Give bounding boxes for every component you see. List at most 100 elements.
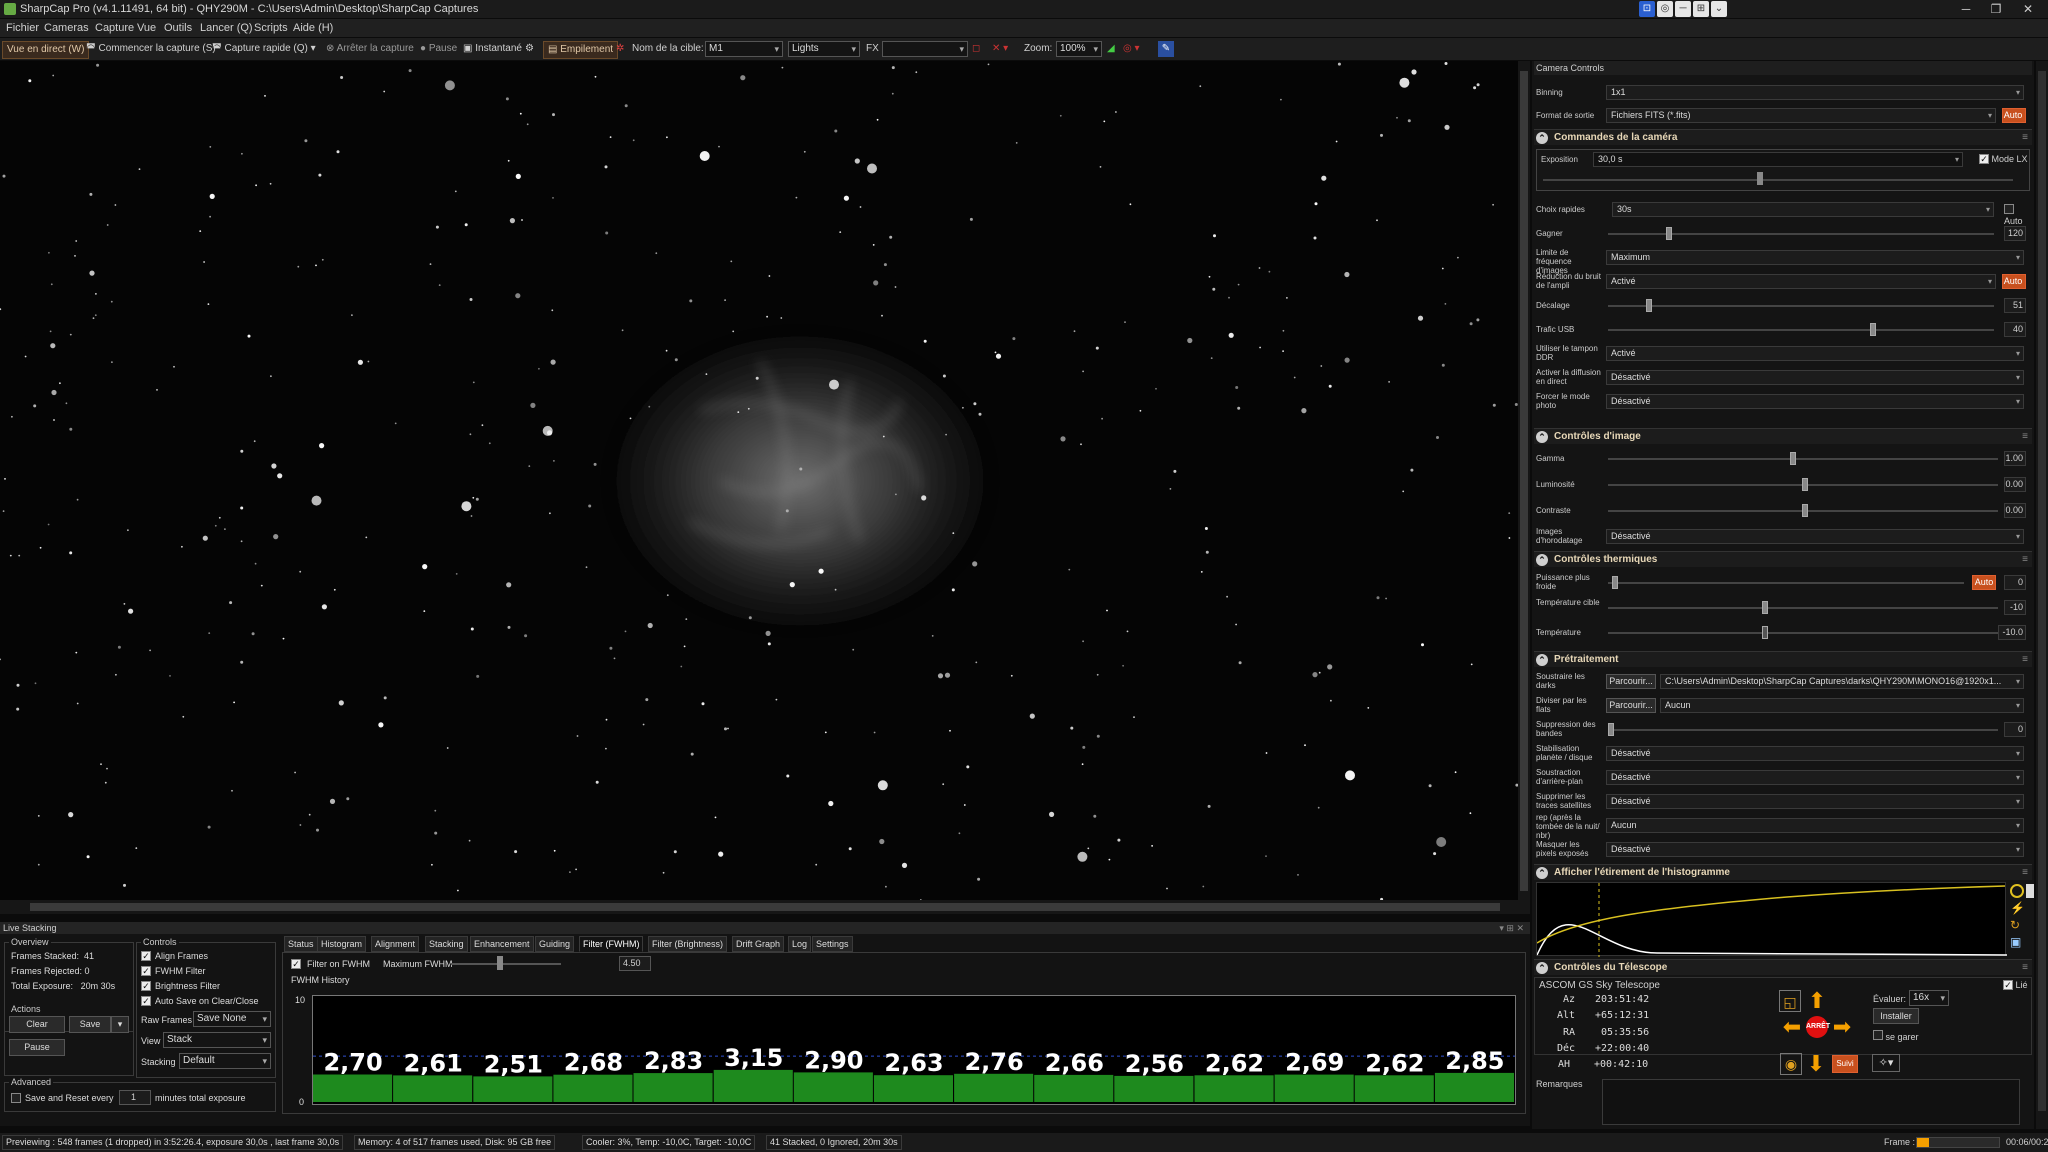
ddr-select[interactable]: Activé	[1606, 346, 2024, 361]
telescope-section[interactable]: ⌃ Contrôles du Télescope ≡	[1534, 959, 2032, 975]
filter-on-fwhm-checkbox[interactable]: ✓	[291, 959, 301, 969]
tab-stacking[interactable]: Stacking	[425, 936, 468, 952]
tab-alignment[interactable]: Alignment	[371, 936, 420, 952]
thermal-section[interactable]: ⌃ Contrôles thermiques ≡	[1534, 551, 2032, 567]
park-checkbox[interactable]: se garer	[1873, 1030, 1919, 1042]
stabilization-select[interactable]: Désactivé	[1606, 746, 2024, 761]
tray-chevron-down-icon[interactable]: ⌄	[1711, 1, 1727, 17]
record-icon[interactable]: ◻	[972, 38, 980, 60]
auto-save-checkbox[interactable]: ✓	[141, 996, 151, 1006]
cooler-auto-button[interactable]: Auto	[1972, 575, 1996, 590]
menu-icon[interactable]: ≡	[2022, 865, 2028, 881]
tray-record-icon[interactable]: ◎	[1657, 1, 1673, 17]
collapse-icon[interactable]: ⌃	[1536, 654, 1548, 666]
usb-knob[interactable]	[1870, 323, 1876, 336]
pause-button[interactable]: ● Pause	[420, 38, 457, 60]
contrast-knob[interactable]	[1802, 504, 1808, 517]
image-controls-section[interactable]: ⌃ Contrôles d'image ≡	[1534, 428, 2032, 444]
zoom-select[interactable]: 100%	[1056, 41, 1102, 57]
offset-value[interactable]: 51	[2004, 298, 2026, 313]
restore-icon[interactable]: ❐	[1982, 0, 2010, 18]
brightness-filter-checkbox[interactable]: ✓	[141, 981, 151, 991]
tab-status[interactable]: Status	[284, 936, 318, 952]
fwhm-history-chart[interactable]: 2,70 2,61 2,51 2,68 2,83 3,15 2,90 2,63 2,76 2,66…	[312, 995, 1516, 1105]
menu-icon[interactable]: ≡	[2022, 429, 2028, 445]
snapshot-button[interactable]: ▣ Instantané	[463, 38, 522, 60]
fwhm-filter-checkbox[interactable]: ✓	[141, 966, 151, 976]
tab-filter-brightness[interactable]: Filter (Brightness)	[648, 936, 728, 952]
stop-capture-button[interactable]: ⊗ Arrêter la capture	[326, 38, 414, 60]
horizontal-scrollbar[interactable]	[0, 900, 1518, 914]
target-name-input[interactable]: M1	[705, 41, 783, 57]
save-reset-checkbox[interactable]	[11, 1093, 21, 1103]
stop-button[interactable]: ARRÊT	[1806, 1016, 1830, 1038]
settings-icon[interactable]: ⚙	[525, 38, 534, 60]
offset-knob[interactable]	[1646, 299, 1652, 312]
flats-select[interactable]: Aucun	[1660, 698, 2024, 713]
offset-slider[interactable]	[1608, 305, 1994, 307]
histogram-lightning-icon[interactable]: ⚡	[2010, 901, 2025, 915]
raw-frames-select[interactable]: Save None	[193, 1011, 271, 1027]
right-panel-scrollbar[interactable]	[2036, 61, 2048, 1129]
max-fwhm-input[interactable]: 4.50	[619, 956, 651, 971]
quick-auto-checkbox[interactable]: Auto	[2004, 204, 2030, 226]
east-arrow-icon[interactable]: ➡	[1831, 1016, 1853, 1038]
menu-file[interactable]: Fichier	[6, 19, 39, 37]
max-fwhm-slider[interactable]	[451, 963, 561, 965]
rate-select[interactable]: 16x	[1909, 990, 1949, 1006]
menu-icon[interactable]: ≡	[2022, 960, 2028, 976]
stream-select[interactable]: Désactivé	[1606, 370, 2024, 385]
star-select-icon[interactable]: ✧▾	[1872, 1054, 1900, 1072]
banding-value[interactable]: 0	[2004, 722, 2026, 737]
collapse-icon[interactable]: ⌃	[1536, 132, 1548, 144]
start-capture-button[interactable]: ◚ Commencer la capture (S)	[86, 38, 216, 60]
target-circle-icon[interactable]: ◉	[1780, 1053, 1802, 1075]
exposure-slider[interactable]	[1543, 179, 2013, 181]
satellite-select[interactable]: Désactivé	[1606, 794, 2024, 809]
align-checkbox[interactable]: ✓	[141, 951, 151, 961]
north-arrow-icon[interactable]: ⬆	[1806, 990, 1828, 1012]
histogram-reset-icon[interactable]	[2010, 884, 2024, 898]
frame-type-select[interactable]: Lights	[788, 41, 860, 57]
vertical-scrollbar[interactable]	[1518, 61, 1530, 914]
preprocessing-section[interactable]: ⌃ Prétraitement ≡	[1534, 651, 2032, 667]
save-reset-input[interactable]: 1	[119, 1090, 151, 1105]
amp-noise-select[interactable]: Activé	[1606, 274, 1996, 289]
menu-icon[interactable]: ≡	[2022, 552, 2028, 568]
menu-launch[interactable]: Lancer (Q)	[200, 19, 253, 37]
format-select[interactable]: Fichiers FITS (*.fits)	[1606, 108, 1996, 123]
menu-tools[interactable]: Outils	[164, 19, 192, 37]
mask-select[interactable]: Désactivé	[1606, 842, 2024, 857]
banding-knob[interactable]	[1608, 723, 1614, 736]
quick-choice-select[interactable]: 30s	[1612, 202, 1994, 217]
format-auto-button[interactable]: Auto	[2002, 108, 2026, 123]
collapse-icon[interactable]: ⌃	[1536, 554, 1548, 566]
save-dropdown-icon[interactable]: ▾	[111, 1016, 129, 1033]
stacking-button[interactable]: ▤ Empilement	[543, 41, 619, 59]
cooler-knob[interactable]	[1612, 576, 1618, 589]
collapse-icon[interactable]: ⌃	[1536, 431, 1548, 443]
live-view-button[interactable]: Vue en direct (W)	[2, 41, 90, 59]
tray-minimize-icon[interactable]: ─	[1675, 1, 1691, 17]
south-arrow-icon[interactable]: ⬇	[1805, 1053, 1827, 1075]
gain-value[interactable]: 120	[2004, 226, 2026, 241]
tab-histogram[interactable]: Histogram	[317, 936, 367, 952]
background-select[interactable]: Désactivé	[1606, 770, 2024, 785]
menu-cameras[interactable]: Cameras	[44, 19, 89, 37]
tab-drift-graph[interactable]: Drift Graph	[732, 936, 785, 952]
pause-stacking-button[interactable]: Pause	[9, 1039, 65, 1056]
menu-icon[interactable]: ≡	[2022, 652, 2028, 668]
tray-app-icon[interactable]: ⊡	[1639, 1, 1655, 17]
gamma-slider[interactable]	[1608, 458, 1998, 460]
install-button[interactable]: Installer	[1873, 1008, 1919, 1024]
target-temp-knob[interactable]	[1762, 601, 1768, 614]
tab-settings[interactable]: Settings	[812, 936, 853, 952]
menu-scripts[interactable]: Scripts	[254, 19, 288, 37]
remarks-textarea[interactable]	[1602, 1079, 2020, 1125]
histogram-contrast-icon[interactable]	[2026, 884, 2034, 898]
cooler-slider[interactable]	[1608, 582, 1964, 584]
after-dark-select[interactable]: Aucun	[1606, 818, 2024, 833]
brightness-knob[interactable]	[1802, 478, 1808, 491]
brightness-value[interactable]: 0.00	[2004, 477, 2026, 492]
tray-grid-icon[interactable]: ⊞	[1693, 1, 1709, 17]
